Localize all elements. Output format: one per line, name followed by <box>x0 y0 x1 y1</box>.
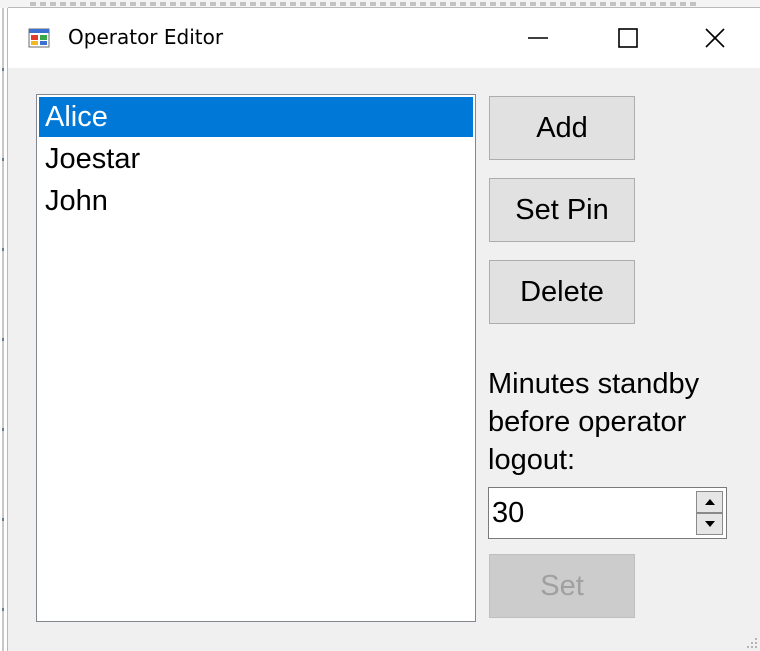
standby-caption-line: logout: <box>488 444 576 476</box>
arrow-down-icon <box>704 521 715 527</box>
list-item-joestar[interactable]: Joestar <box>39 139 473 179</box>
app-form-icon <box>28 28 50 48</box>
standby-caption-line: before operator <box>488 406 687 438</box>
window-title: Operator Editor <box>68 25 224 49</box>
resize-grip-icon[interactable] <box>744 635 758 649</box>
maximize-icon <box>618 28 638 48</box>
maximize-button[interactable] <box>583 8 673 68</box>
add-button[interactable]: Add <box>489 96 635 160</box>
decrement-button[interactable] <box>696 513 723 535</box>
list-item-john[interactable]: John <box>39 181 473 221</box>
set-button[interactable]: Set <box>489 554 635 618</box>
set-pin-button[interactable]: Set Pin <box>489 178 635 242</box>
minimize-icon <box>528 37 548 39</box>
close-icon <box>705 28 725 48</box>
increment-button[interactable] <box>696 491 723 513</box>
arrow-up-icon <box>704 499 715 505</box>
close-button[interactable] <box>670 8 760 68</box>
operator-editor-window: Operator Editor Alice Joestar John Add S… <box>8 8 760 651</box>
delete-button[interactable]: Delete <box>489 260 635 324</box>
title-bar[interactable]: Operator Editor <box>8 8 760 68</box>
standby-caption-line: Minutes standby <box>488 368 700 400</box>
operator-listbox[interactable]: Alice Joestar John <box>36 94 476 622</box>
minimize-button[interactable] <box>493 8 583 68</box>
standby-caption: Minutes standby before operator logout: <box>488 365 750 479</box>
list-item-alice[interactable]: Alice <box>39 97 473 137</box>
standby-minutes-stepper[interactable]: 30 <box>488 487 727 539</box>
background-window-edge <box>0 8 8 651</box>
standby-minutes-value[interactable]: 30 <box>492 488 524 538</box>
background-window-edge <box>0 0 760 8</box>
